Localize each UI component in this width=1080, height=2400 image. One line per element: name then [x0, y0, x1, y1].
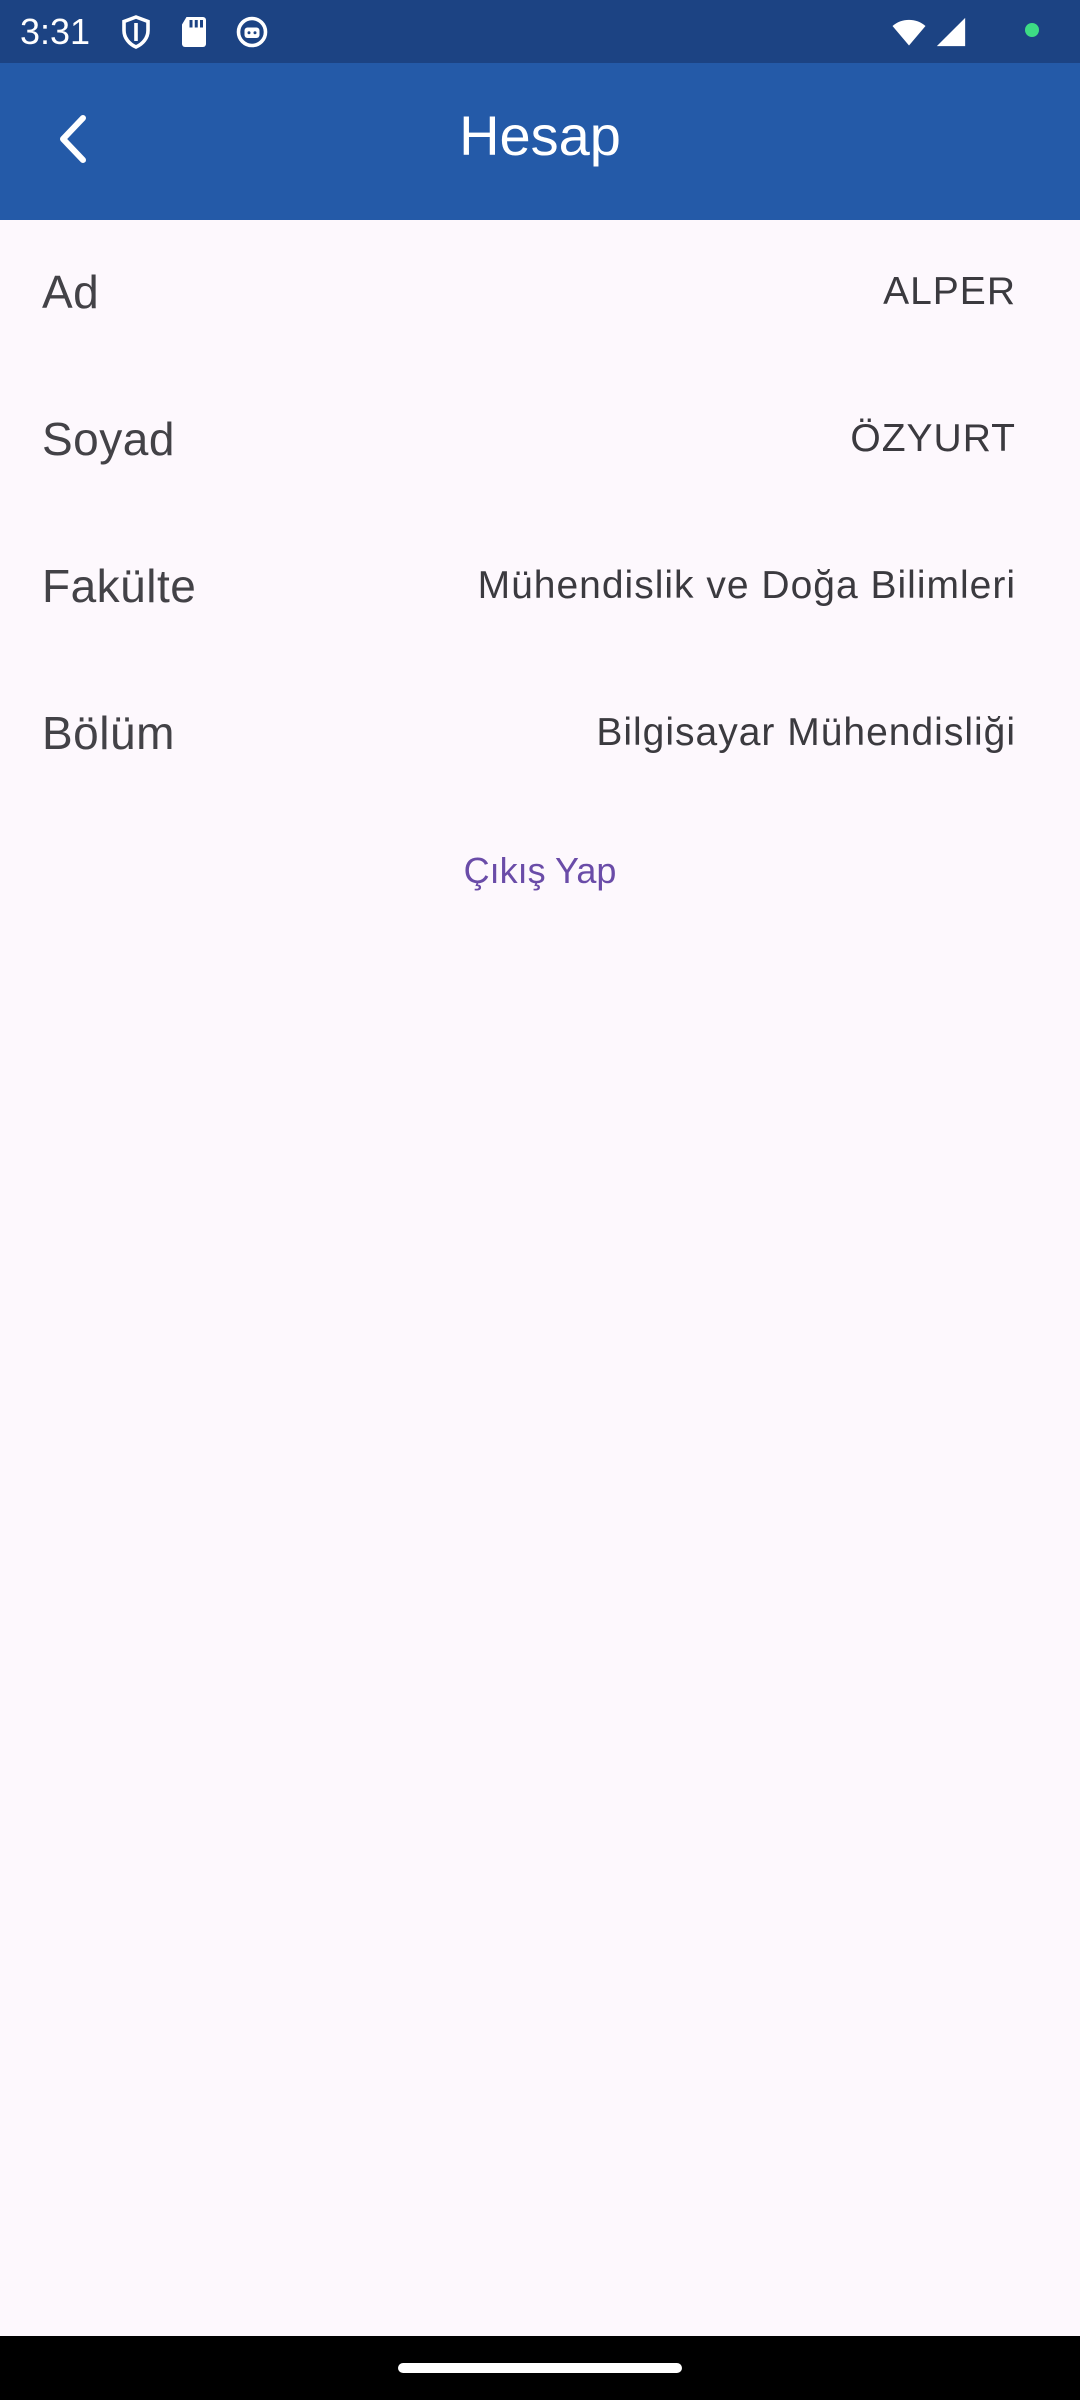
home-indicator[interactable] — [398, 2363, 682, 2373]
app-bar: Hesap — [0, 63, 1080, 220]
last-name-row: Soyad ÖZYURT — [0, 367, 1080, 514]
status-time: 3:31 — [20, 11, 91, 52]
faculty-row: Fakülte Mühendislik ve Doğa Bilimleri — [0, 514, 1080, 661]
faculty-value: Mühendislik ve Doğa Bilimleri — [477, 564, 1016, 607]
shield-icon — [118, 14, 154, 50]
status-bar: 3:31 — [0, 0, 1080, 63]
first-name-value: ALPER — [883, 270, 1016, 313]
department-row: Bölüm Bilgisayar Mühendisliği — [0, 661, 1080, 808]
assistant-icon — [234, 14, 270, 50]
logout-button[interactable]: Çıkış Yap — [400, 828, 680, 914]
last-name-label: Soyad — [42, 413, 175, 465]
notification-dot-icon — [1024, 22, 1040, 38]
account-details: Ad ALPER Soyad ÖZYURT Fakülte Mühendisli… — [0, 220, 1080, 808]
wifi-icon — [890, 14, 926, 50]
department-label: Bölüm — [42, 707, 175, 759]
sd-card-icon — [176, 14, 212, 50]
last-name-value: ÖZYURT — [850, 417, 1016, 460]
department-value: Bilgisayar Mühendisliği — [596, 711, 1016, 754]
first-name-row: Ad ALPER — [0, 220, 1080, 367]
page-title: Hesap — [459, 104, 621, 167]
first-name-label: Ad — [42, 266, 100, 318]
faculty-label: Fakülte — [42, 560, 197, 612]
signal-icon — [934, 14, 970, 50]
